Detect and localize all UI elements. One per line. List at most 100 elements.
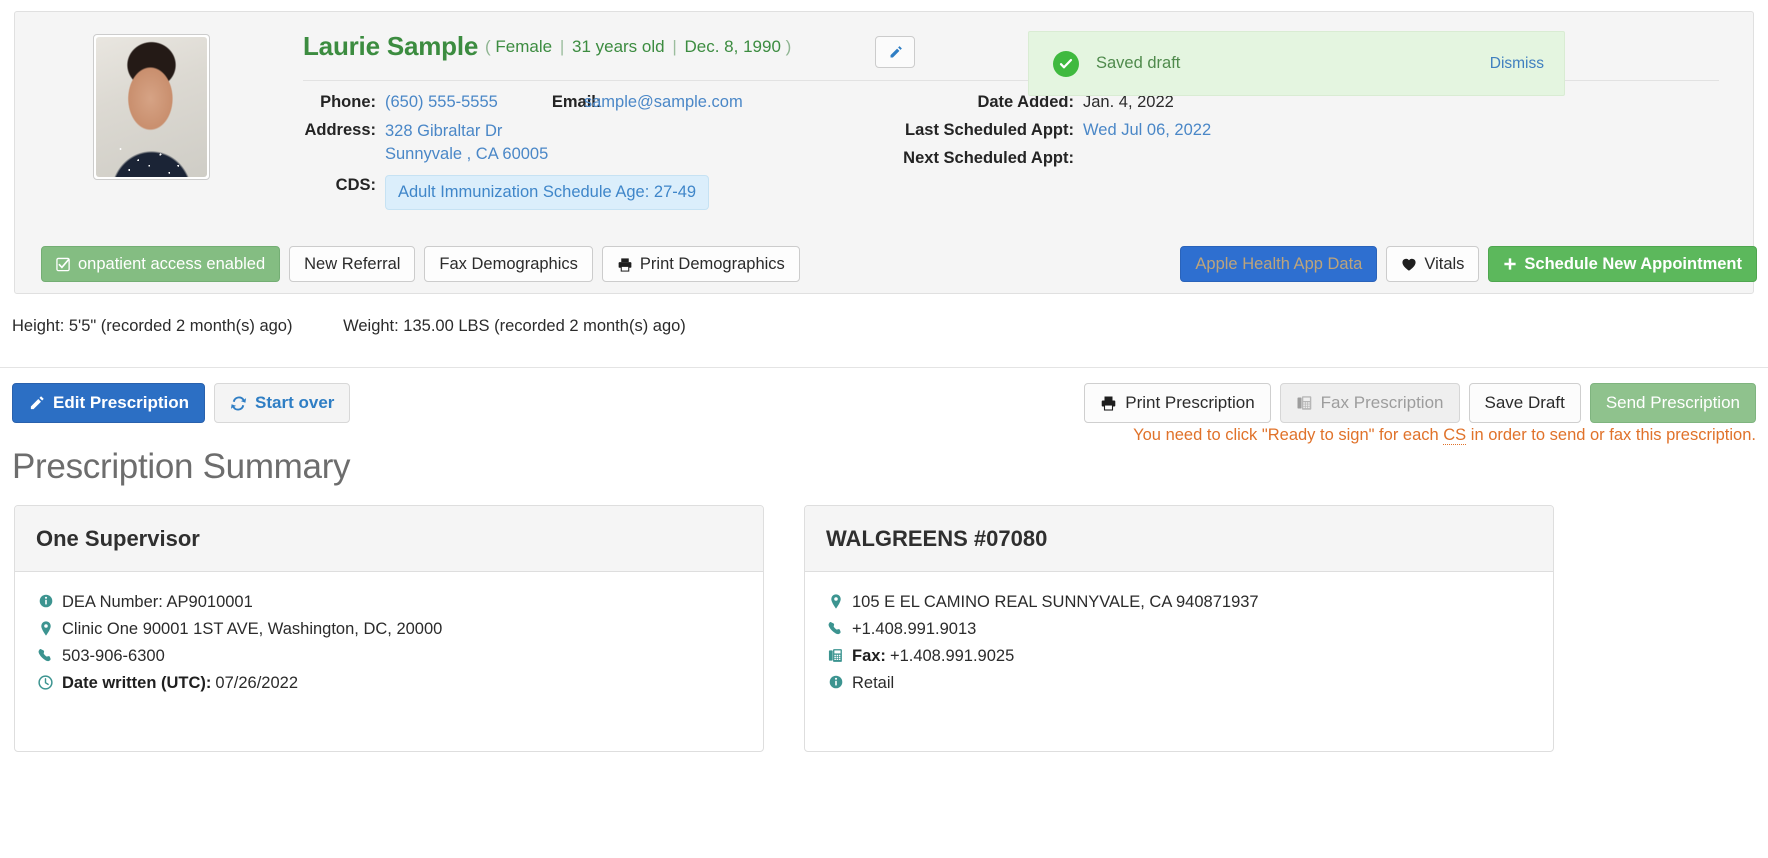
pharmacy-card-header: WALGREENS #07080: [805, 506, 1553, 572]
pharmacy-card-body: 105 E EL CAMINO REAL SUNNYVALE, CA 94087…: [805, 572, 1553, 751]
patient-contact-info: Phone: (650) 555-5555 Email: sample@samp…: [303, 92, 873, 217]
pharmacy-fax-value: +1.408.991.9025: [889, 647, 1015, 665]
apple-health-label: Apple Health App Data: [1195, 254, 1363, 273]
pharmacy-card-title: WALGREENS #07080: [826, 525, 1048, 551]
pharmacy-phone-line: +1.408.991.9013: [826, 616, 1532, 643]
last-appt-value[interactable]: Wed Jul 06, 2022: [1083, 120, 1211, 141]
phone-label: Phone:: [320, 93, 376, 111]
fax-demographics-label: Fax Demographics: [439, 254, 578, 273]
print-prescription-label: Print Prescription: [1125, 393, 1255, 412]
save-draft-label: Save Draft: [1484, 393, 1565, 412]
print-demographics-label: Print Demographics: [639, 254, 785, 273]
send-prescription-button[interactable]: Send Prescription: [1589, 383, 1756, 423]
prescription-toolbar-left: Edit Prescription Start over: [12, 383, 351, 423]
patient-demographics: ( Female | 31 years old | Dec. 8, 1990 ): [485, 37, 791, 57]
refresh-icon: [230, 395, 247, 412]
close-paren: ): [785, 37, 792, 56]
edit-prescription-button[interactable]: Edit Prescription: [12, 383, 206, 423]
email-value[interactable]: sample@sample.com: [584, 92, 743, 113]
supervisor-card-title: One Supervisor: [36, 525, 200, 551]
start-over-label: Start over: [255, 393, 335, 412]
vitals-summary-line: Height: 5'5" (recorded 2 month(s) ago) W…: [12, 317, 686, 336]
pencil-icon: [28, 395, 45, 412]
fax-icon: [1296, 395, 1313, 411]
schedule-appointment-label: Schedule New Appointment: [1524, 254, 1742, 273]
section-divider: [0, 367, 1768, 368]
address-label: Address:: [304, 121, 376, 139]
saved-draft-toast: Saved draft Dismiss: [1028, 31, 1565, 96]
edit-prescription-label: Edit Prescription: [53, 393, 190, 412]
map-marker-icon: [826, 594, 845, 609]
clinic-phone-text: 503-906-6300: [62, 647, 165, 665]
dea-number-text: DEA Number: AP9010001: [62, 593, 253, 611]
toast-dismiss-button[interactable]: Dismiss: [1490, 55, 1544, 73]
last-appt-row: Last Scheduled Appt: Wed Jul 06, 2022: [863, 120, 1211, 141]
cds-badge[interactable]: Adult Immunization Schedule Age: 27-49: [385, 175, 710, 210]
apple-health-app-data-button[interactable]: Apple Health App Data: [1180, 246, 1378, 282]
printer-icon: [1100, 395, 1117, 411]
save-draft-button[interactable]: Save Draft: [1468, 383, 1581, 423]
onpatient-access-label: onpatient access enabled: [78, 254, 266, 273]
summary-cards-area: One Supervisor DEA Number: AP9010001 Cli…: [14, 505, 1754, 752]
patient-age: 31 years old: [571, 37, 665, 56]
plus-icon: [1503, 257, 1517, 271]
info-circle-icon: [36, 594, 55, 608]
new-referral-button[interactable]: New Referral: [289, 246, 416, 282]
address-line-1[interactable]: 328 Gibraltar Dr: [385, 122, 502, 140]
patient-appointment-info: Date Added: Jan. 4, 2022 Last Scheduled …: [863, 92, 1211, 176]
pharmacy-address-line: 105 E EL CAMINO REAL SUNNYVALE, CA 94087…: [826, 589, 1532, 616]
address-line-2[interactable]: Sunnyvale , CA 60005: [385, 145, 548, 163]
height-text: Height: 5'5" (recorded 2 month(s) ago): [12, 317, 293, 335]
cds-row: CDS: Adult Immunization Schedule Age: 27…: [303, 175, 873, 210]
checkbox-checked-icon: [56, 257, 71, 272]
send-prescription-label: Send Prescription: [1605, 393, 1740, 412]
vitals-button[interactable]: Vitals: [1386, 246, 1480, 282]
date-written-value: 07/26/2022: [215, 674, 299, 692]
onpatient-access-button[interactable]: onpatient access enabled: [41, 246, 281, 282]
cds-label: CDS:: [335, 176, 376, 194]
email-label: Email:: [551, 93, 602, 111]
weight-text: Weight: 135.00 LBS (recorded 2 month(s) …: [343, 317, 686, 335]
info-circle-icon: [826, 675, 845, 689]
prescription-summary-page: Laurie Sample ( Female | 31 years old | …: [0, 0, 1768, 858]
pharmacy-type-text: Retail: [852, 674, 895, 692]
patient-photo: [96, 37, 207, 177]
schedule-new-appointment-button[interactable]: Schedule New Appointment: [1488, 246, 1757, 282]
address-block: 328 Gibraltar Dr Sunnyvale , CA 60005: [385, 120, 548, 166]
vitals-label: Vitals: [1424, 254, 1465, 273]
warning-abbreviation-cs: CS: [1443, 426, 1467, 445]
patient-action-buttons: onpatient access enabled New Referral Fa…: [41, 246, 1757, 282]
open-paren: (: [485, 37, 491, 56]
supervisor-card-body: DEA Number: AP9010001 Clinic One 90001 1…: [15, 572, 763, 751]
date-written-label: Date written (UTC):: [62, 674, 212, 692]
print-demographics-button[interactable]: Print Demographics: [601, 246, 800, 282]
print-prescription-button[interactable]: Print Prescription: [1084, 383, 1271, 423]
pharmacy-fax-line: Fax: +1.408.991.9025: [826, 643, 1532, 670]
date-written-line: Date written (UTC): 07/26/2022: [36, 670, 742, 697]
toast-message: Saved draft: [1096, 54, 1181, 72]
supervisor-card-header: One Supervisor: [15, 506, 763, 572]
patient-avatar: [93, 34, 210, 180]
phone-icon: [36, 648, 55, 663]
fax-prescription-label: Fax Prescription: [1320, 393, 1444, 412]
prescription-warning-text: You need to click "Ready to sign" for ea…: [1133, 426, 1756, 445]
edit-patient-button[interactable]: [875, 36, 915, 68]
meta-separator-2: |: [672, 37, 677, 56]
next-appt-row: Next Scheduled Appt:: [863, 148, 1211, 169]
check-glyph: [1059, 58, 1073, 68]
clinic-phone-line: 503-906-6300: [36, 643, 742, 670]
meta-separator-1: |: [559, 37, 565, 56]
phone-value[interactable]: (650) 555-5555: [385, 92, 498, 113]
fax-prescription-button[interactable]: Fax Prescription: [1279, 383, 1460, 423]
warning-text-before: You need to click "Ready to sign" for ea…: [1133, 426, 1444, 444]
patient-header-panel: Laurie Sample ( Female | 31 years old | …: [14, 11, 1757, 294]
start-over-button[interactable]: Start over: [214, 383, 351, 423]
last-appt-label: Last Scheduled Appt:: [905, 121, 1074, 139]
pencil-icon: [890, 45, 902, 57]
heart-icon: [1401, 257, 1417, 272]
dea-number-line: DEA Number: AP9010001: [36, 589, 742, 616]
fax-demographics-button[interactable]: Fax Demographics: [424, 246, 593, 282]
patient-sex: Female: [495, 37, 553, 56]
address-row: Address: 328 Gibraltar Dr Sunnyvale , CA…: [303, 120, 873, 166]
clinic-address-text: Clinic One 90001 1ST AVE, Washington, DC…: [62, 620, 443, 638]
